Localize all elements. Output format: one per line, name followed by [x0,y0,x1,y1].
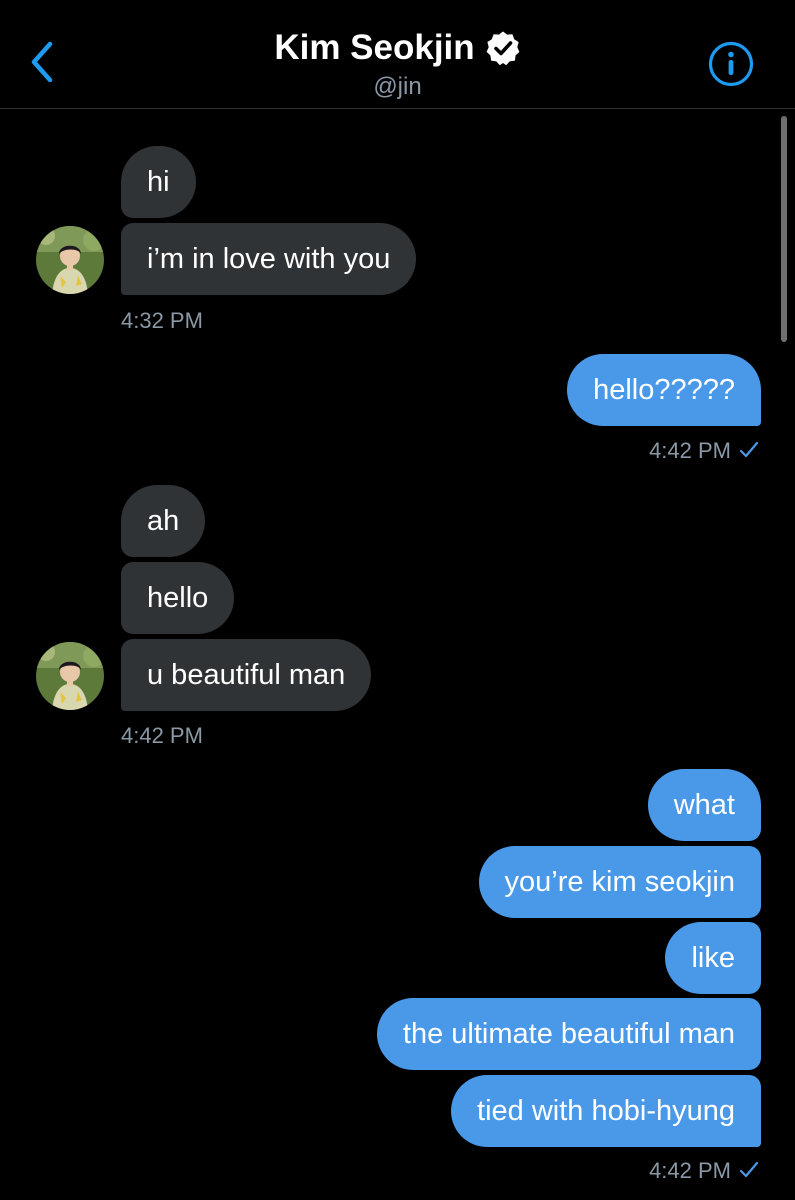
sent-message-bubble[interactable]: hello????? [567,354,761,426]
sent-message-bubble[interactable]: the ultimate beautiful man [376,998,761,1070]
received-message-bubble[interactable]: i’m in love with you [121,223,417,295]
received-message-bubble[interactable]: ah [121,485,206,557]
dm-conversation-screen: Kim Seokjin @jin hi i’m in love with you [0,0,795,1200]
avatar-photo [36,226,104,294]
sent-check-icon [739,441,759,458]
message-timestamp: 4:42 PM [649,1158,731,1183]
received-message-bubble[interactable]: hi [121,146,196,218]
sent-message-bubble[interactable]: like [665,922,761,994]
contact-avatar[interactable] [36,642,104,710]
message-timestamp-row: 4:42 PM [649,437,759,465]
info-circle-icon [708,41,754,87]
contact-handle: @jin [373,73,422,100]
scrollbar[interactable] [781,116,787,342]
message-timestamp: 4:42 PM [649,438,731,463]
conversation-title[interactable]: Kim Seokjin @jin [0,26,795,102]
sent-message-bubble[interactable]: you’re kim seokjin [478,846,761,918]
conversation-info-button[interactable] [708,41,754,87]
sent-message-bubble[interactable]: tied with hobi-hyung [451,1075,761,1147]
contact-avatar[interactable] [36,226,104,294]
message-timestamp: 4:42 PM [121,723,203,748]
sent-check-icon [739,1161,759,1178]
message-timestamp-row: 4:42 PM [649,1157,759,1185]
received-message-bubble[interactable]: hello [121,562,235,634]
verified-badge-icon [486,31,520,66]
conversation-header: Kim Seokjin @jin [0,0,795,109]
sent-message-bubble[interactable]: what [647,769,761,841]
avatar-photo [36,642,104,710]
contact-name: Kim Seokjin [274,28,475,67]
message-timestamp: 4:32 PM [121,308,203,333]
received-message-bubble[interactable]: u beautiful man [121,639,372,711]
